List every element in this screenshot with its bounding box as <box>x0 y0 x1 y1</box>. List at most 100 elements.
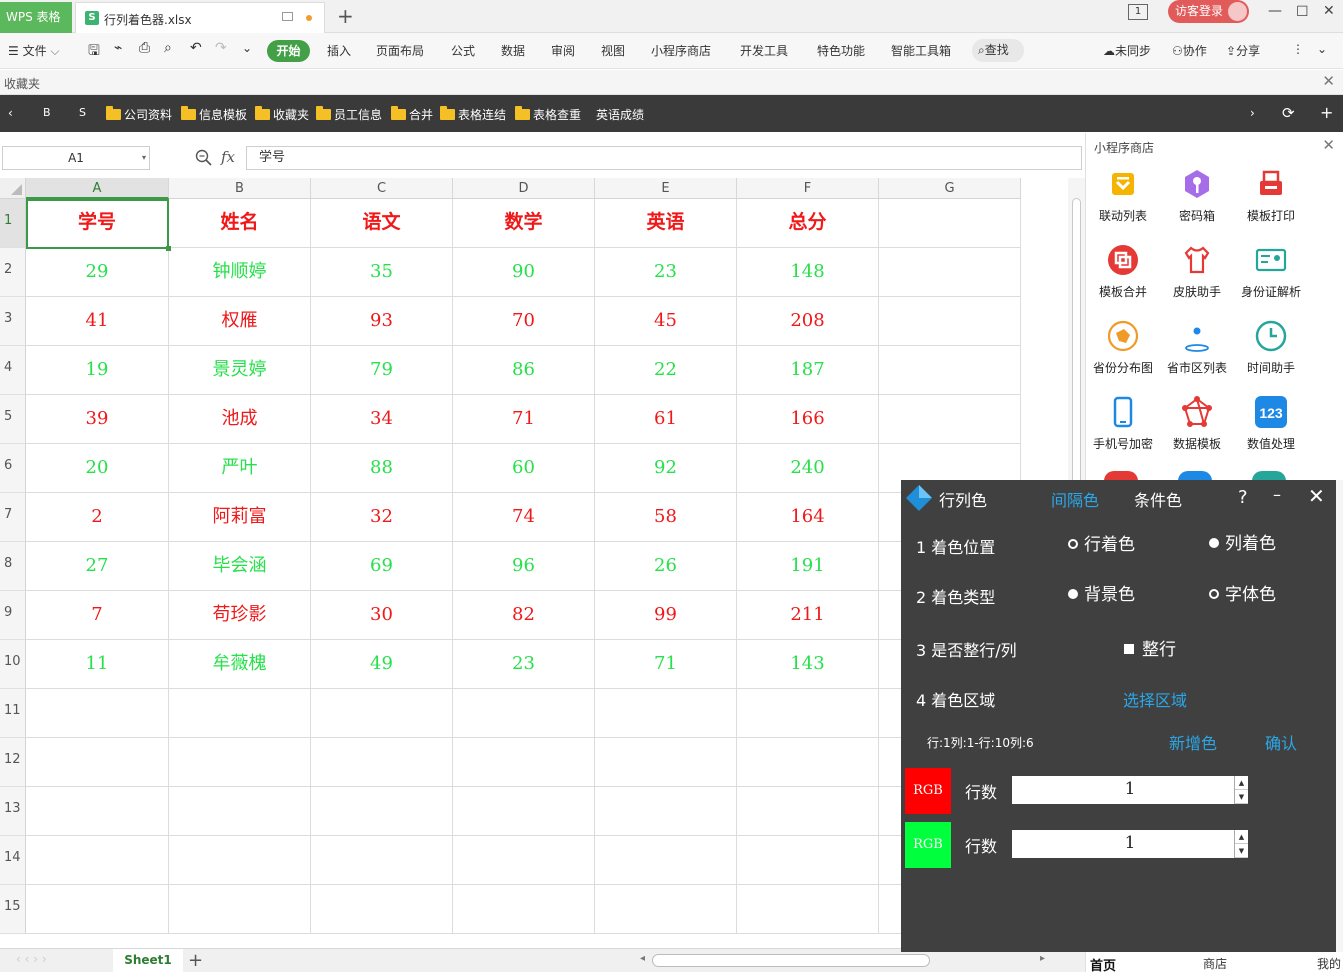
applet-phone[interactable]: 手机号加密 <box>1086 395 1160 452</box>
data-cell[interactable]: 60 <box>453 444 595 493</box>
empty-cell[interactable] <box>595 787 737 836</box>
column-header-f[interactable]: F <box>737 178 879 199</box>
monitor-icon[interactable] <box>282 12 293 21</box>
tab-applet-store[interactable]: 小程序商店 <box>651 42 711 59</box>
row-count-stepper-1[interactable]: 1 ▲ ▼ <box>1012 776 1248 804</box>
bookmark-table-link[interactable]: 表格连结 <box>440 106 506 123</box>
data-cell[interactable]: 240 <box>737 444 879 493</box>
color-swatch-2[interactable]: RGB <box>905 822 951 868</box>
tab-smart-toolbox[interactable]: 智能工具箱 <box>891 42 951 59</box>
format-painter-icon[interactable]: ⌁ <box>114 40 122 56</box>
data-cell[interactable]: 71 <box>595 640 737 689</box>
data-cell[interactable]: 钟顺婷 <box>169 248 311 297</box>
row-header[interactable]: 12 <box>0 738 26 787</box>
empty-cell[interactable] <box>311 738 453 787</box>
empty-cell[interactable] <box>453 787 595 836</box>
empty-cell[interactable] <box>453 885 595 934</box>
data-cell[interactable]: 35 <box>311 248 453 297</box>
header-cell[interactable]: 数学 <box>453 199 595 248</box>
window-count-icon[interactable]: 1 <box>1128 4 1148 20</box>
decrement-icon[interactable]: ▼ <box>1235 844 1248 858</box>
print-preview-icon[interactable]: ⌕ <box>164 40 172 56</box>
tab-page-layout[interactable]: 页面布局 <box>376 42 424 59</box>
data-cell[interactable]: 毕会涵 <box>169 542 311 591</box>
nav-mine[interactable]: 我的 <box>1317 955 1341 972</box>
find-button[interactable]: ⌕查找 <box>972 39 1024 62</box>
applet-clock[interactable]: 时间助手 <box>1234 319 1308 376</box>
bookmark-table-dedupe[interactable]: 表格查重 <box>515 106 581 123</box>
empty-cell[interactable] <box>311 836 453 885</box>
scroll-right-icon[interactable]: ▸ <box>1040 953 1045 964</box>
applet-shirt[interactable]: 皮肤助手 <box>1160 243 1234 300</box>
row-count-stepper-2[interactable]: 1 ▲ ▼ <box>1012 830 1248 858</box>
data-cell[interactable]: 阿莉富 <box>169 493 311 542</box>
data-cell[interactable]: 景灵婷 <box>169 346 311 395</box>
header-cell[interactable]: 语文 <box>311 199 453 248</box>
data-cell[interactable]: 58 <box>595 493 737 542</box>
nav-home[interactable]: 首页 <box>1090 955 1116 972</box>
header-cell[interactable]: 英语 <box>595 199 737 248</box>
row-header[interactable]: 3 <box>0 297 26 346</box>
empty-cell[interactable] <box>879 199 1021 248</box>
row-header[interactable]: 11 <box>0 689 26 738</box>
empty-cell[interactable] <box>26 885 169 934</box>
empty-cell[interactable] <box>737 689 879 738</box>
dialog-minimize-icon[interactable]: – <box>1273 485 1281 504</box>
bookmark-b[interactable]: B <box>43 106 51 119</box>
empty-cell[interactable] <box>169 689 311 738</box>
tab-insert[interactable]: 插入 <box>327 42 351 59</box>
column-header-c[interactable]: C <box>311 178 453 199</box>
data-cell[interactable]: 90 <box>453 248 595 297</box>
tab-start[interactable]: 开始 <box>267 40 310 62</box>
row-header[interactable]: 15 <box>0 885 26 934</box>
data-cell[interactable]: 143 <box>737 640 879 689</box>
empty-cell[interactable] <box>595 689 737 738</box>
wps-app-tab[interactable]: WPS 表格 <box>0 2 72 33</box>
data-cell[interactable]: 93 <box>311 297 453 346</box>
radio-background-color[interactable]: 背景色 <box>1068 580 1135 605</box>
add-sheet-icon[interactable]: + <box>188 950 203 971</box>
data-cell[interactable]: 79 <box>311 346 453 395</box>
applet-location[interactable]: 省市区列表 <box>1160 319 1234 376</box>
data-cell[interactable]: 45 <box>595 297 737 346</box>
data-cell[interactable]: 86 <box>453 346 595 395</box>
data-cell[interactable]: 164 <box>737 493 879 542</box>
row-header[interactable]: 4 <box>0 346 26 395</box>
data-cell[interactable]: 39 <box>26 395 169 444</box>
radio-column-color[interactable]: 列着色 <box>1209 529 1276 554</box>
data-cell[interactable]: 苟珍影 <box>169 591 311 640</box>
empty-cell[interactable] <box>737 885 879 934</box>
data-cell[interactable]: 74 <box>453 493 595 542</box>
empty-cell[interactable] <box>169 738 311 787</box>
applet-key[interactable]: 密码箱 <box>1160 167 1234 224</box>
decrement-icon[interactable]: ▼ <box>1235 790 1248 804</box>
data-cell[interactable]: 70 <box>453 297 595 346</box>
row-header[interactable]: 7 <box>0 493 26 542</box>
data-cell[interactable]: 187 <box>737 346 879 395</box>
guest-login-button[interactable]: 访客登录 <box>1168 0 1249 23</box>
data-cell[interactable]: 32 <box>311 493 453 542</box>
data-cell[interactable]: 23 <box>595 248 737 297</box>
column-header-e[interactable]: E <box>595 178 737 199</box>
empty-cell[interactable] <box>26 836 169 885</box>
refresh-icon[interactable]: ⟳ <box>1282 104 1295 122</box>
empty-cell[interactable] <box>169 836 311 885</box>
data-cell[interactable]: 99 <box>595 591 737 640</box>
close-pane-icon[interactable]: ✕ <box>1322 136 1335 154</box>
radio-font-color[interactable]: 字体色 <box>1209 580 1276 605</box>
nav-store[interactable]: 商店 <box>1203 955 1227 972</box>
select-all-corner[interactable] <box>0 178 26 199</box>
data-cell[interactable]: 严叶 <box>169 444 311 493</box>
data-cell[interactable]: 20 <box>26 444 169 493</box>
document-tab[interactable]: S 行列着色器.xlsx <box>75 2 325 33</box>
empty-cell[interactable] <box>311 787 453 836</box>
tab-interval-color[interactable]: 间隔色 <box>1051 487 1099 511</box>
row-header[interactable]: 10 <box>0 640 26 689</box>
print-icon[interactable]: ⎙ <box>139 40 150 56</box>
help-icon[interactable]: ? <box>1238 487 1248 508</box>
bookmark-scroll-right-icon[interactable]: › <box>1250 106 1255 120</box>
close-favorites-icon[interactable]: ✕ <box>1322 72 1335 90</box>
empty-cell[interactable] <box>453 738 595 787</box>
bookmark-company-info[interactable]: 公司资料 <box>106 106 172 123</box>
row-header[interactable]: 14 <box>0 836 26 885</box>
